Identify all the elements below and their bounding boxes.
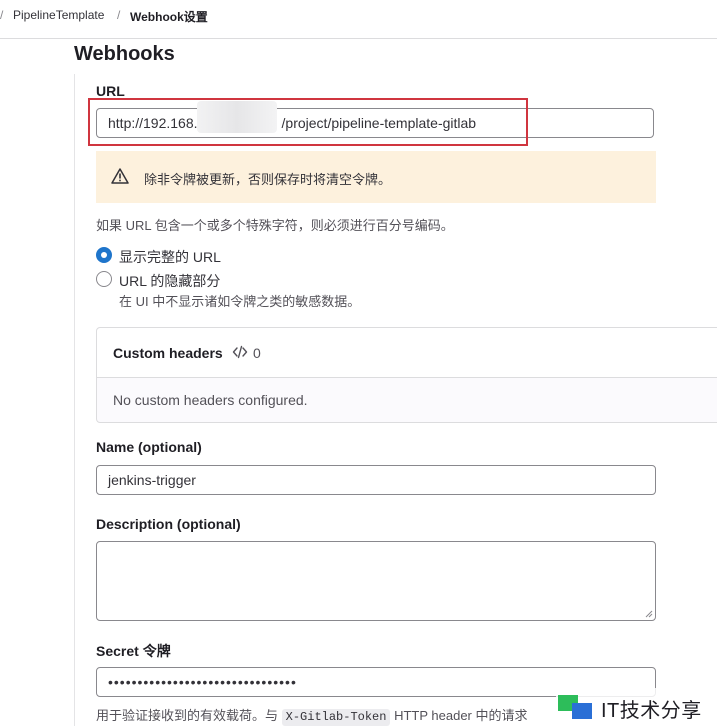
secret-token-help-text: 用于验证接收到的有效载荷。与 X-Gitlab-Token HTTP heade… xyxy=(96,705,528,726)
top-bar: / PipelineTemplate / Webhook设置 xyxy=(0,0,717,39)
secret-help-code: X-Gitlab-Token xyxy=(281,709,391,726)
radio-mask-url[interactable] xyxy=(96,271,112,287)
description-label: Description (optional) xyxy=(96,516,241,532)
custom-headers-header: Custom headers 0 xyxy=(97,328,717,378)
breadcrumb-item-webhook-settings[interactable]: Webhook设置 xyxy=(130,8,208,25)
mask-url-help-text: 在 UI 中不显示诸如令牌之类的敏感数据。 xyxy=(119,294,361,309)
name-input[interactable]: jenkins-trigger xyxy=(96,465,656,495)
custom-headers-title: Custom headers xyxy=(113,345,223,361)
url-help-text: 如果 URL 包含一个或多个特殊字符，则必须进行百分号编码。 xyxy=(96,218,454,233)
custom-headers-card: Custom headers 0 No custom headers confi… xyxy=(96,327,717,423)
warning-icon xyxy=(111,168,129,184)
secret-help-prefix: 用于验证接收到的有效载荷。与 xyxy=(96,708,279,723)
radio-show-full-url-label[interactable]: 显示完整的 URL xyxy=(119,247,221,267)
name-label: Name (optional) xyxy=(96,439,202,455)
breadcrumb-separator: / xyxy=(0,8,4,22)
token-warning-alert: 除非令牌被更新，否则保存时将清空令牌。 xyxy=(96,151,656,203)
radio-mask-url-label[interactable]: URL 的隐藏部分 xyxy=(119,271,220,291)
resize-handle-icon[interactable] xyxy=(645,610,653,618)
description-textarea[interactable] xyxy=(96,541,656,621)
breadcrumb-separator: / xyxy=(117,8,121,22)
secret-token-label: Secret 令牌 xyxy=(96,643,171,659)
watermark: IT技术分享 xyxy=(556,688,717,726)
page-title: Webhooks xyxy=(74,43,175,65)
watermark-logo-icon xyxy=(558,695,592,719)
breadcrumb-item-pipeline-template[interactable]: PipelineTemplate xyxy=(13,8,104,22)
url-label: URL xyxy=(96,83,125,99)
watermark-text: IT技术分享 xyxy=(601,700,702,722)
radio-show-full-url[interactable] xyxy=(96,247,112,263)
content-divider xyxy=(74,74,75,726)
custom-headers-count: 0 xyxy=(253,345,261,361)
custom-headers-empty-text: No custom headers configured. xyxy=(113,392,308,408)
url-highlight-box xyxy=(88,98,528,146)
secret-help-suffix: HTTP header 中的请求 xyxy=(394,708,528,723)
alert-text: 除非令牌被更新，否则保存时将清空令牌。 xyxy=(144,172,392,187)
code-icon xyxy=(232,345,248,359)
